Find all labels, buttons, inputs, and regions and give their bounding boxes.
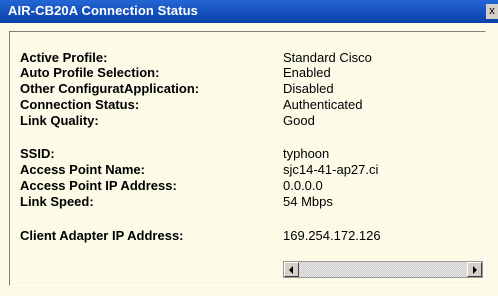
link-quality-value: Good	[283, 113, 315, 128]
auto-profile-selection-value: Enabled	[283, 65, 331, 80]
arrow-right-icon	[473, 266, 477, 274]
connection-status-window: AIR-CB20A Connection Status x Active Pro…	[0, 0, 498, 296]
active-profile-value: Standard Cisco	[283, 50, 372, 65]
link-speed-value: 54 Mbps	[283, 194, 333, 209]
ssid-label: SSID:	[20, 146, 55, 161]
client-adapter-ip-value: 169.254.172.126	[283, 228, 381, 243]
scroll-left-button[interactable]	[284, 262, 299, 277]
access-point-name-value: sjc14-41-ap27.ci	[283, 162, 379, 177]
access-point-ip-label: Access Point IP Address:	[20, 178, 177, 193]
close-button[interactable]: x	[486, 4, 498, 19]
close-icon: x	[489, 5, 495, 17]
arrow-left-icon	[289, 266, 293, 274]
connection-status-value: Authenticated	[283, 97, 363, 112]
other-config-application-value: Disabled	[283, 81, 334, 96]
link-quality-label: Link Quality:	[20, 113, 99, 128]
window-title: AIR-CB20A Connection Status	[8, 3, 199, 18]
ssid-value: typhoon	[283, 146, 330, 161]
client-adapter-ip-label: Client Adapter IP Address:	[20, 228, 184, 243]
link-speed-label: Link Speed:	[20, 194, 94, 209]
active-profile-label: Active Profile:	[20, 50, 108, 65]
title-bar[interactable]: AIR-CB20A Connection Status x	[0, 0, 498, 23]
connection-status-label: Connection Status:	[20, 97, 140, 112]
access-point-ip-value: 0.0.0.0	[283, 178, 323, 193]
scroll-right-button[interactable]	[467, 262, 482, 277]
access-point-name-label: Access Point Name:	[20, 162, 145, 177]
horizontal-scrollbar[interactable]	[283, 261, 483, 278]
auto-profile-selection-label: Auto Profile Selection:	[20, 65, 160, 80]
other-config-application-label: Other ConfiguratApplication:	[20, 81, 200, 96]
